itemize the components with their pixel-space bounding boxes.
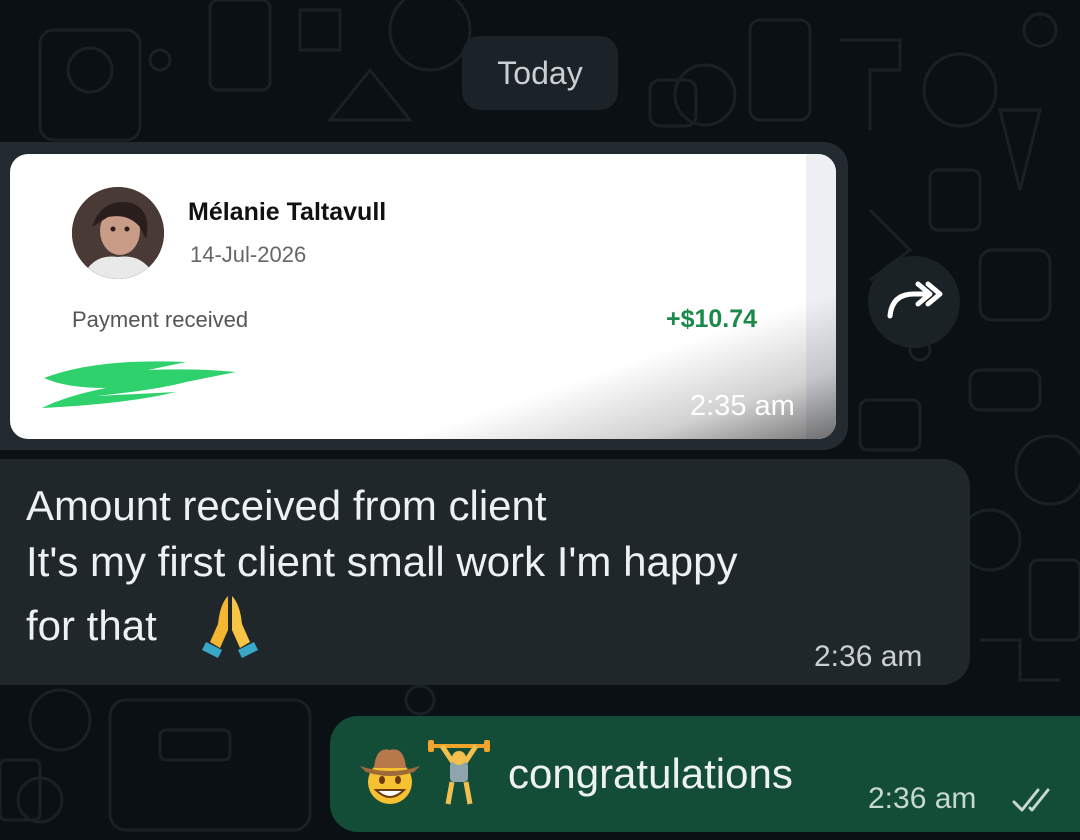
forward-button[interactable] xyxy=(868,256,960,348)
cowboy-emoji xyxy=(360,749,420,804)
outgoing-message-text: congratulations xyxy=(508,750,793,797)
payer-avatar xyxy=(72,187,164,279)
message-line-3: for that xyxy=(26,602,157,649)
payment-amount: +$10.74 xyxy=(666,305,758,333)
message-line-1: Amount received from client xyxy=(26,482,547,529)
payment-date: 14-Jul-2026 xyxy=(190,242,307,267)
message-line-2: It's my first client small work I'm happ… xyxy=(26,538,738,585)
forward-icon xyxy=(887,281,943,319)
payer-name: Mélanie Taltavull xyxy=(188,198,387,226)
praying-hands-emoji xyxy=(202,596,258,658)
redaction-scribble xyxy=(42,361,236,408)
weightlifter-emoji xyxy=(428,740,490,805)
screenshot-edge xyxy=(806,154,836,439)
date-divider: Today xyxy=(462,36,618,110)
text-message-time: 2:36 am xyxy=(814,640,923,673)
outgoing-message-time: 2:36 am xyxy=(868,782,977,815)
image-message-time: 2:35 am xyxy=(690,390,795,422)
payment-label: Payment received xyxy=(72,307,249,332)
double-check-icon xyxy=(1012,788,1050,812)
